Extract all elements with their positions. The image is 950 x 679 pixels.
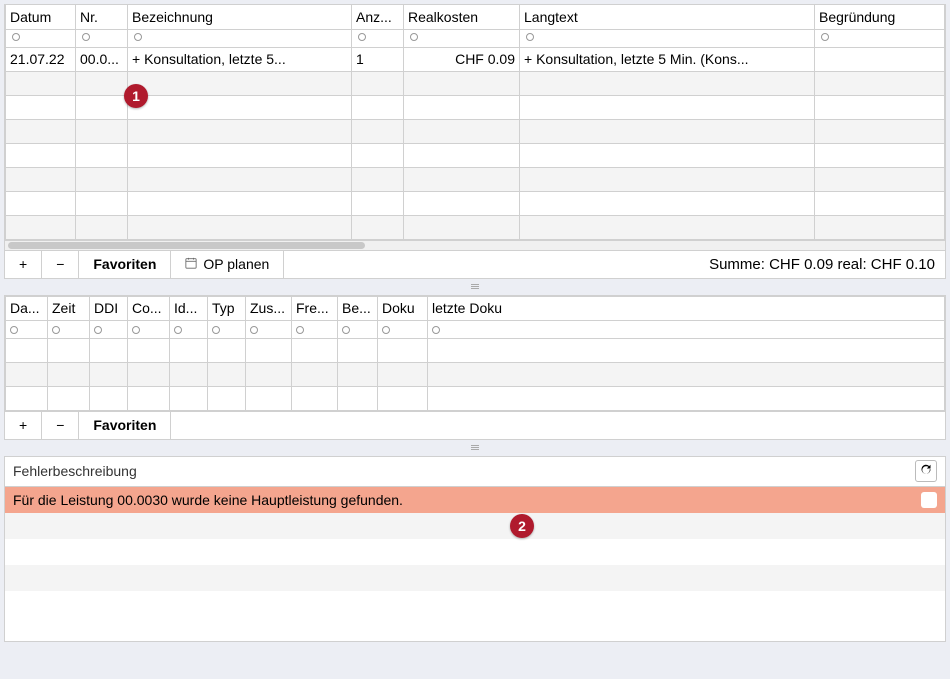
col-header-nr[interactable]: Nr. (76, 5, 128, 29)
sort-ddi[interactable] (90, 320, 128, 338)
col-header-anz[interactable]: Anz... (352, 5, 404, 29)
col-header-datum[interactable]: Datum (6, 5, 76, 29)
table-row-empty (6, 119, 945, 143)
sort-bezeichnung[interactable] (128, 29, 352, 47)
col-header-ddi[interactable]: DDI (90, 296, 128, 320)
col-header-langtext[interactable]: Langtext (520, 5, 815, 29)
sort-letzte-doku[interactable] (428, 320, 945, 338)
cell-datum[interactable]: 21.07.22 (6, 47, 76, 71)
col-header-da[interactable]: Da... (6, 296, 48, 320)
sort-be[interactable] (338, 320, 378, 338)
services-table[interactable]: Datum Nr. Bezeichnung Anz... Realkosten … (5, 5, 945, 240)
error-row-empty (5, 565, 945, 591)
sort-langtext[interactable] (520, 29, 815, 47)
table-row-empty (6, 71, 945, 95)
doku-toolbar: + − Favoriten (5, 411, 945, 439)
col-header-be[interactable]: Be... (338, 296, 378, 320)
sort-fre[interactable] (292, 320, 338, 338)
sort-nr[interactable] (76, 29, 128, 47)
splitter-1[interactable] (0, 282, 950, 292)
services-panel: Datum Nr. Bezeichnung Anz... Realkosten … (4, 4, 946, 279)
cell-bezeichnung[interactable]: + Konsultation, letzte 5... (128, 47, 352, 71)
error-row-empty (5, 591, 945, 617)
cell-begruendung[interactable] (815, 47, 945, 71)
table-row-empty (6, 215, 945, 239)
error-message: Für die Leistung 00.0030 wurde keine Hau… (13, 492, 921, 508)
sort-row (6, 320, 945, 338)
table-header-row: Datum Nr. Bezeichnung Anz... Realkosten … (6, 5, 945, 29)
table-row-empty (6, 386, 945, 410)
sort-da[interactable] (6, 320, 48, 338)
error-title: Fehlerbeschreibung (13, 463, 915, 479)
sort-begruendung[interactable] (815, 29, 945, 47)
table-row-empty (6, 95, 945, 119)
sort-row (6, 29, 945, 47)
table-row-empty (6, 143, 945, 167)
cell-anz[interactable]: 1 (352, 47, 404, 71)
doku-panel: Da... Zeit DDI Co... Id... Typ Zus... Fr… (4, 295, 946, 440)
col-header-id[interactable]: Id... (170, 296, 208, 320)
col-header-fre[interactable]: Fre... (292, 296, 338, 320)
sort-typ[interactable] (208, 320, 246, 338)
refresh-icon (920, 463, 932, 479)
error-header: Fehlerbeschreibung (5, 457, 945, 487)
error-checkbox[interactable] (921, 492, 937, 508)
error-panel: Fehlerbeschreibung Für die Leistung 00.0… (4, 456, 946, 642)
services-toolbar: + − Favoriten OP planen Summe: CHF 0.09 … (5, 250, 945, 278)
plan-op-label: OP planen (203, 256, 269, 272)
error-row-empty (5, 513, 945, 539)
table-row-empty (6, 167, 945, 191)
error-row-empty (5, 539, 945, 565)
sum-label: Summe: CHF 0.09 real: CHF 0.10 (699, 256, 945, 273)
sort-zus[interactable] (246, 320, 292, 338)
cell-realkosten[interactable]: CHF 0.09 (404, 47, 520, 71)
doku-table[interactable]: Da... Zeit DDI Co... Id... Typ Zus... Fr… (5, 296, 945, 411)
plan-op-button[interactable]: OP planen (171, 251, 284, 278)
add-button[interactable]: + (5, 412, 42, 439)
remove-button[interactable]: − (42, 251, 79, 278)
col-header-co[interactable]: Co... (128, 296, 170, 320)
col-header-begruendung[interactable]: Begründung (815, 5, 945, 29)
add-button[interactable]: + (5, 251, 42, 278)
col-header-typ[interactable]: Typ (208, 296, 246, 320)
table-row-empty (6, 338, 945, 362)
favorites-button[interactable]: Favoriten (79, 251, 171, 278)
scroll-thumb[interactable] (8, 242, 365, 249)
splitter-2[interactable] (0, 443, 950, 453)
sort-co[interactable] (128, 320, 170, 338)
remove-button[interactable]: − (42, 412, 79, 439)
col-header-doku[interactable]: Doku (378, 296, 428, 320)
table-row-empty (6, 362, 945, 386)
error-row[interactable]: Für die Leistung 00.0030 wurde keine Hau… (5, 487, 945, 513)
sort-doku[interactable] (378, 320, 428, 338)
sort-datum[interactable] (6, 29, 76, 47)
col-header-letzte-doku[interactable]: letzte Doku (428, 296, 945, 320)
cell-nr[interactable]: 00.0... (76, 47, 128, 71)
cell-langtext[interactable]: + Konsultation, letzte 5 Min. (Kons... (520, 47, 815, 71)
favorites-button[interactable]: Favoriten (79, 412, 171, 439)
sort-realkosten[interactable] (404, 29, 520, 47)
table-row[interactable]: 21.07.22 00.0... + Konsultation, letzte … (6, 47, 945, 71)
col-header-zeit[interactable]: Zeit (48, 296, 90, 320)
table-row-empty (6, 191, 945, 215)
table-header-row: Da... Zeit DDI Co... Id... Typ Zus... Fr… (6, 296, 945, 320)
sort-anz[interactable] (352, 29, 404, 47)
calendar-icon (185, 257, 197, 272)
col-header-zus[interactable]: Zus... (246, 296, 292, 320)
sort-id[interactable] (170, 320, 208, 338)
horizontal-scrollbar[interactable] (5, 240, 945, 250)
col-header-bezeichnung[interactable]: Bezeichnung (128, 5, 352, 29)
col-header-realkosten[interactable]: Realkosten (404, 5, 520, 29)
refresh-button[interactable] (915, 460, 937, 482)
sort-zeit[interactable] (48, 320, 90, 338)
